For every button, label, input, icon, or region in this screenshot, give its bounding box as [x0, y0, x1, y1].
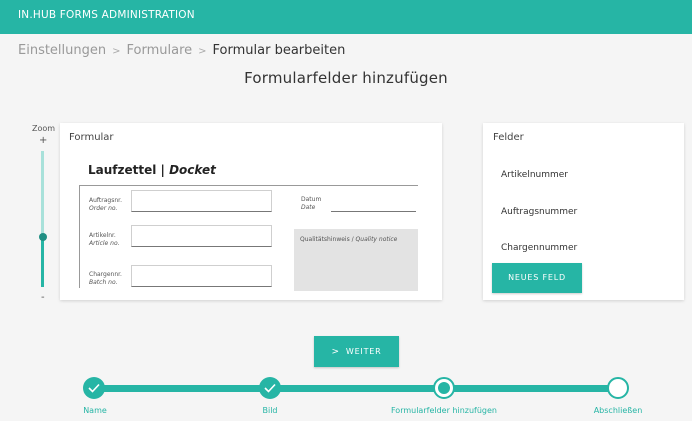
active-step-dot — [438, 382, 450, 394]
breadcrumb-item-settings[interactable]: Einstellungen — [18, 43, 106, 58]
article-number-label: Artikelnr. Article no. — [89, 232, 120, 248]
form-preview-card: Formular Laufzettel | Docket Auftragsnr.… — [60, 123, 442, 300]
breadcrumb-separator-icon: > — [198, 46, 207, 57]
field-item-batch-number[interactable]: Chargennummer — [501, 243, 577, 253]
quality-notice-label-en: Quality notice — [355, 236, 398, 243]
zoom-slider[interactable] — [38, 151, 47, 287]
date-label-en: Date — [301, 204, 316, 211]
new-field-button[interactable]: NEUES FELD — [492, 263, 582, 293]
step-finish[interactable] — [607, 377, 629, 399]
step-image[interactable] — [259, 377, 281, 399]
document-title-english: Docket — [169, 163, 216, 177]
app-title: IN.HUB FORMS ADMINISTRATION — [18, 9, 195, 21]
date-label: Datum Date — [301, 196, 321, 212]
batch-number-label: Chargennr. Batch no. — [89, 271, 122, 287]
next-button-label: WEITER — [345, 347, 382, 356]
quality-notice-label: Qualitätshinweis / Quality notice — [300, 236, 397, 243]
date-field[interactable] — [331, 211, 416, 212]
document-title: Laufzettel | Docket — [88, 163, 216, 177]
order-number-label-en: Order no. — [89, 205, 118, 212]
chevron-right-icon: > — [331, 347, 340, 357]
batch-number-label-en: Batch no. — [89, 279, 118, 286]
quality-notice-box[interactable]: Qualitätshinweis / Quality notice — [294, 229, 418, 291]
order-number-label-de: Auftragsnr. — [89, 197, 122, 204]
article-number-field[interactable] — [131, 225, 272, 247]
article-number-label-en: Article no. — [89, 240, 120, 247]
zoom-slider-handle[interactable] — [38, 232, 47, 241]
field-item-order-number[interactable]: Auftragsnummer — [501, 207, 577, 217]
batch-number-field[interactable] — [131, 265, 272, 287]
step-name[interactable] — [83, 377, 105, 399]
form-card-title: Formular — [69, 132, 114, 143]
step-label-finish: Abschließen — [593, 406, 643, 415]
checkmark-icon — [264, 383, 276, 393]
stepper-track — [94, 385, 619, 392]
order-number-label: Auftragsnr. Order no. — [89, 197, 122, 213]
breadcrumb-item-forms[interactable]: Formulare — [127, 43, 193, 58]
page-title: Formularfelder hinzufügen — [244, 69, 448, 87]
next-button[interactable]: > WEITER — [314, 336, 399, 367]
fields-card: Felder Artikelnummer Auftragsnummer Char… — [483, 123, 684, 300]
step-label-form-fields: Formularfelder hinzufügen — [390, 406, 498, 415]
step-label-image: Bild — [262, 406, 278, 415]
fields-card-title: Felder — [493, 132, 524, 143]
step-form-fields[interactable] — [433, 377, 455, 399]
breadcrumb-current: Formular bearbeiten — [212, 43, 346, 58]
zoom-out-icon[interactable]: - — [41, 292, 45, 303]
breadcrumb: Einstellungen > Formulare > Formular bearbei… — [18, 43, 345, 58]
top-bar: IN.HUB FORMS ADMINISTRATION — [0, 0, 692, 34]
zoom-in-icon[interactable]: + — [39, 135, 47, 146]
zoom-slider-fill — [41, 236, 44, 287]
checkmark-icon — [88, 383, 100, 393]
quality-notice-label-de: Qualitätshinweis / — [300, 236, 356, 243]
breadcrumb-separator-icon: > — [112, 46, 121, 57]
field-item-article-number[interactable]: Artikelnummer — [501, 170, 568, 180]
article-number-label-de: Artikelnr. — [89, 232, 116, 239]
step-label-name: Name — [83, 406, 107, 415]
order-number-field[interactable] — [131, 190, 272, 212]
date-label-de: Datum — [301, 196, 322, 203]
document-title-main: Laufzettel | — [88, 163, 170, 177]
batch-number-label-de: Chargennr. — [89, 271, 122, 278]
zoom-label: Zoom — [32, 124, 56, 133]
